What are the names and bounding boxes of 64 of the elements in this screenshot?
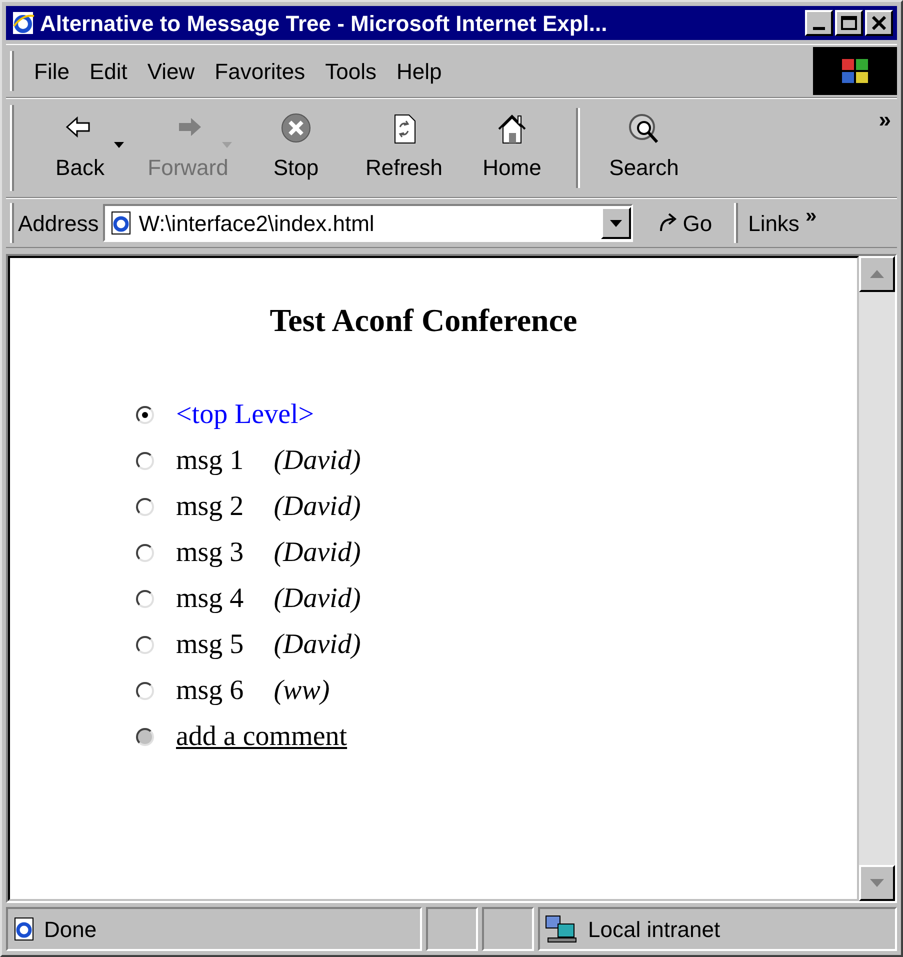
menu-item[interactable]: Help	[390, 54, 448, 88]
address-field[interactable]: W:\interface2\index.html	[102, 204, 633, 242]
minimize-button[interactable]	[805, 10, 833, 36]
caret-icon	[114, 142, 124, 148]
radio-button[interactable]	[136, 452, 154, 470]
caret-icon	[610, 220, 622, 226]
menu-item[interactable]: Tools	[319, 54, 383, 88]
menu-item[interactable]: View	[141, 54, 201, 88]
author-name: (David)	[274, 490, 361, 524]
dropdown-button[interactable]	[600, 207, 631, 239]
message-title: msg 6	[176, 674, 244, 708]
search-icon	[627, 112, 661, 144]
page-icon	[12, 917, 36, 941]
home-button[interactable]: Home	[458, 112, 566, 184]
refresh-button[interactable]: Refresh	[350, 112, 458, 184]
back-button[interactable]: Back	[26, 112, 134, 184]
menu-item[interactable]: Favorites	[208, 54, 312, 88]
stop-icon	[279, 112, 313, 144]
author-name: (David)	[274, 628, 361, 662]
caret-icon	[222, 142, 232, 148]
close-button[interactable]	[865, 10, 893, 36]
link[interactable]: <top Level>	[176, 394, 314, 436]
up-arrow-icon	[870, 270, 884, 278]
menu-item[interactable]: Edit	[83, 54, 134, 88]
zone-text: Local intranet	[588, 916, 720, 944]
radio-button[interactable]	[136, 498, 154, 516]
minimize-icon	[813, 27, 825, 30]
links-button[interactable]: Links »	[748, 206, 817, 240]
windows-logo-icon	[840, 57, 870, 85]
message-title: msg 1	[176, 444, 244, 478]
address-label: Address	[18, 210, 99, 238]
browser-icon	[10, 10, 36, 36]
author-name: (David)	[274, 444, 361, 478]
radio-button[interactable]	[136, 590, 154, 608]
radio-button[interactable]	[136, 682, 154, 700]
status-panel	[482, 907, 534, 951]
radio-button[interactable]	[136, 544, 154, 562]
scroll-up-button[interactable]	[859, 256, 895, 292]
status-text: Done	[44, 916, 97, 944]
radio-button[interactable]	[136, 406, 154, 424]
author-name: (ww)	[274, 674, 330, 708]
message-title: msg 4	[176, 582, 244, 616]
stop-button[interactable]: Stop	[242, 112, 350, 184]
more-buttons-chevron[interactable]: »	[878, 103, 891, 136]
maximize-button[interactable]	[835, 10, 863, 36]
message-title: msg 2	[176, 490, 244, 524]
message-title: msg 3	[176, 536, 244, 570]
window-title: Alternative to Message Tree - Microsoft Internet Expl...	[40, 10, 608, 38]
menu-item[interactable]: File	[28, 54, 76, 88]
close-icon	[872, 16, 886, 30]
down-arrow-icon	[870, 879, 884, 887]
page-icon	[108, 211, 133, 235]
go-button[interactable]: Go	[656, 206, 712, 240]
status-panel	[426, 907, 478, 951]
page-heading: Test Aconf Conference	[268, 301, 578, 340]
maximize-icon	[841, 16, 857, 30]
message-title: msg 5	[176, 628, 244, 662]
scrollbar[interactable]	[859, 256, 895, 901]
author-name: (David)	[274, 536, 361, 570]
search-button[interactable]: Search	[590, 112, 698, 184]
address-text: W:\interface2\index.html	[138, 210, 376, 238]
scroll-down-button[interactable]	[859, 865, 895, 901]
author-name: (David)	[274, 582, 361, 616]
radio-button[interactable]	[136, 636, 154, 654]
